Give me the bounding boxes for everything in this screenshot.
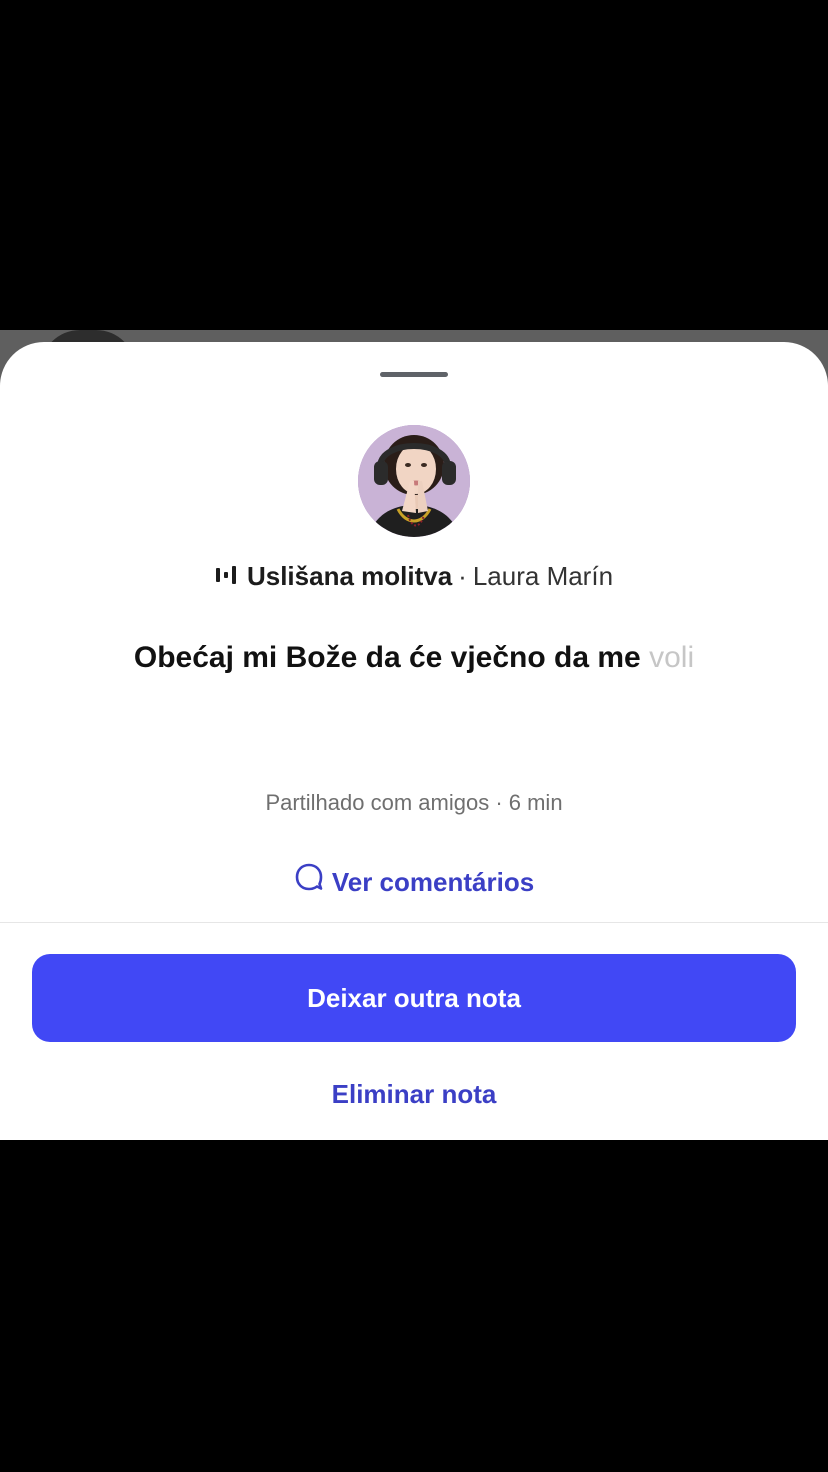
divider — [0, 922, 828, 923]
music-bars-icon — [215, 556, 237, 596]
song-artist: Laura Marín — [472, 561, 614, 591]
lyric-faded-text: voli — [649, 641, 695, 674]
lyric-text: Obećaj mi Bože da će vječno da me — [133, 641, 641, 674]
separator-dot: · — [458, 561, 467, 591]
sheet-drag-handle[interactable] — [380, 372, 448, 377]
speech-bubble-icon — [294, 862, 324, 903]
avatar-image — [358, 425, 470, 537]
view-comments-button[interactable]: Ver comentários — [0, 862, 828, 903]
delete-note-button[interactable]: Eliminar nota — [0, 1074, 828, 1114]
share-meta: Partilhado com amigos · 6 min — [265, 790, 563, 815]
song-info[interactable]: Uslišana molitva · Laura Marín — [0, 556, 828, 596]
note-bottom-sheet: Uslišana molitva · Laura Marín Obećaj mi B… — [0, 342, 828, 1140]
note-lyric: Obećaj mi Bože da će vječno da me voli — [0, 636, 828, 680]
leave-another-note-button[interactable]: Deixar outra nota — [32, 954, 796, 1042]
view-comments-label: Ver comentários — [331, 867, 535, 897]
song-title: Uslišana molitva — [246, 561, 453, 591]
avatar — [358, 425, 470, 537]
